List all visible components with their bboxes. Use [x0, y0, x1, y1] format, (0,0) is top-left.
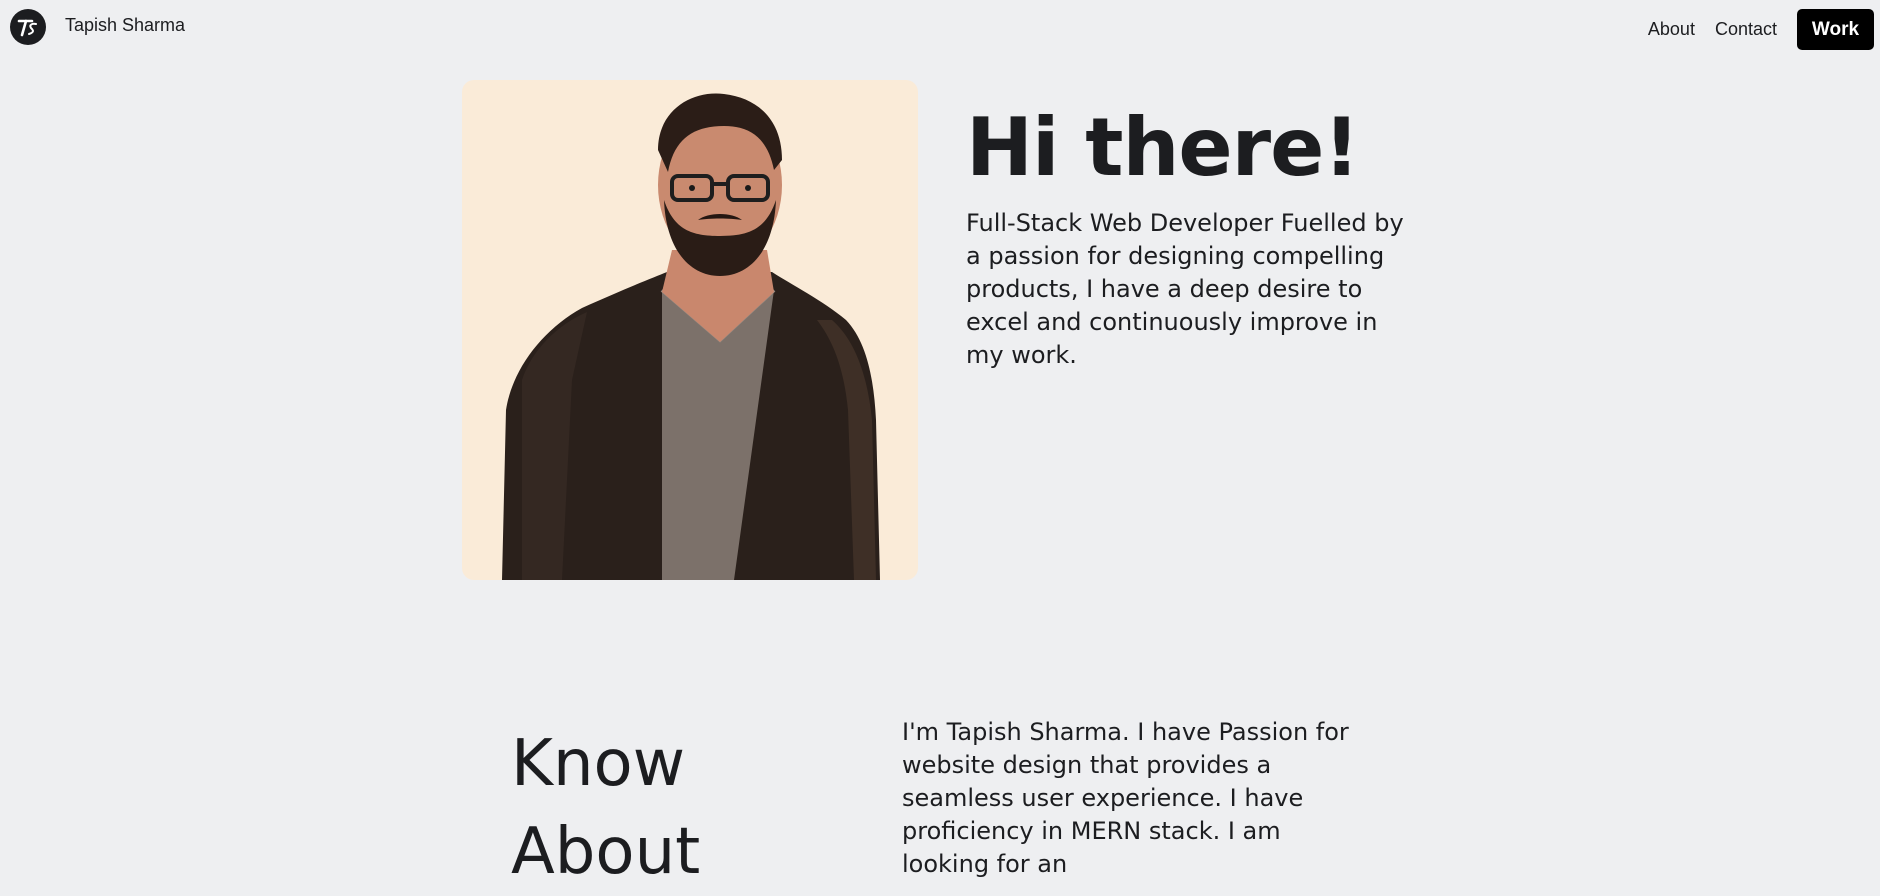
- hero-description: Full-Stack Web Developer Fuelled by a pa…: [966, 209, 1404, 369]
- nav-about-link[interactable]: About: [1648, 19, 1695, 40]
- about-text: I'm Tapish Sharma. I have Passion for we…: [902, 718, 1349, 878]
- main-nav: About Contact Work: [1648, 9, 1880, 50]
- site-name[interactable]: Tapish Sharma: [65, 15, 185, 36]
- hero-title: Hi there!: [966, 101, 1360, 194]
- profile-photo-icon: [502, 93, 880, 580]
- ts-logo-icon[interactable]: [10, 9, 46, 45]
- about-title: Know About: [511, 727, 701, 889]
- nav-work-button[interactable]: Work: [1797, 9, 1874, 50]
- nav-contact-link[interactable]: Contact: [1715, 19, 1777, 40]
- site-header: Tapish Sharma About Contact Work: [0, 0, 1880, 56]
- profile-photo: [462, 80, 918, 580]
